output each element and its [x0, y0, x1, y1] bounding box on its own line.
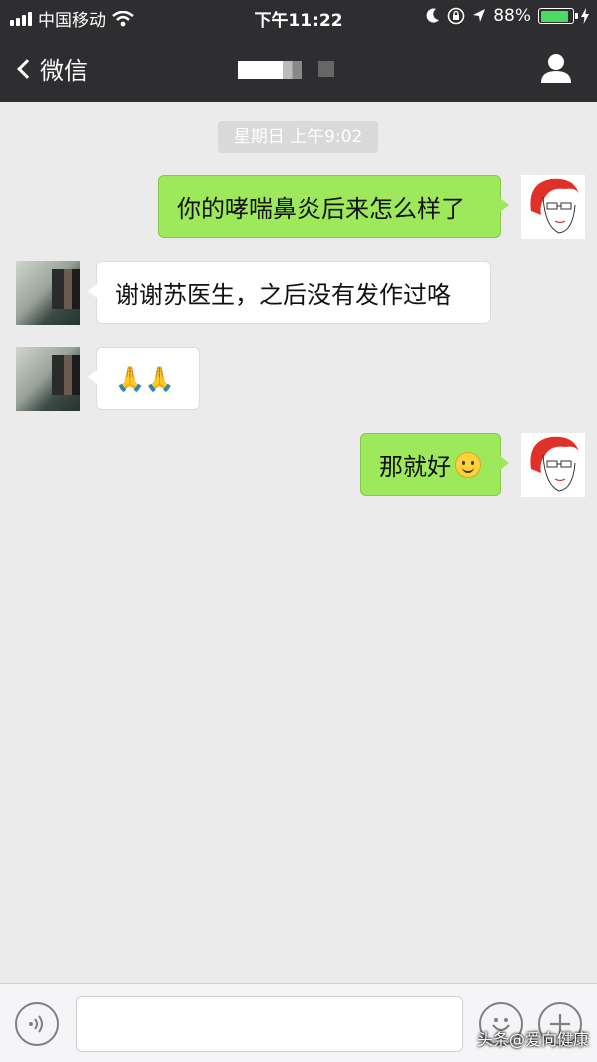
- nav-bar: 微信: [0, 34, 597, 102]
- battery-percent: 88%: [493, 6, 531, 26]
- message-input[interactable]: [76, 996, 463, 1052]
- message-text: 谢谢苏医生，之后没有发作过咯: [115, 281, 451, 309]
- chevron-left-icon: [17, 58, 37, 79]
- message-bubble-received[interactable]: 谢谢苏医生，之后没有发作过咯: [88, 261, 491, 324]
- doctor-portrait: [530, 178, 579, 234]
- status-right: 88%: [426, 6, 589, 26]
- moon-icon: [426, 8, 440, 23]
- watermark: 头条@爱向健康: [476, 1030, 589, 1049]
- avatar[interactable]: [521, 433, 585, 497]
- chat-title: [238, 61, 334, 79]
- doctor-portrait: [530, 436, 579, 492]
- battery-icon: [538, 8, 578, 24]
- message-bubble-received[interactable]: 🙏🙏: [88, 347, 200, 410]
- input-bar: 头条@爱向健康: [0, 983, 597, 1062]
- message-bubble-sent[interactable]: 那就好: [360, 433, 509, 496]
- back-button[interactable]: 微信: [14, 51, 88, 86]
- person-icon[interactable]: [539, 52, 573, 84]
- location-icon: [473, 9, 486, 22]
- message-text: 那就好: [379, 453, 451, 481]
- message-text: 你的哮喘鼻炎后来怎么样了: [177, 195, 465, 223]
- avatar[interactable]: [16, 261, 80, 325]
- avatar[interactable]: [521, 175, 585, 239]
- back-label: 微信: [40, 57, 88, 85]
- rotation-lock-icon: [447, 7, 465, 25]
- smile-emoji-icon: [455, 451, 481, 478]
- redacted-name: [238, 61, 302, 79]
- message-text: 🙏🙏: [115, 364, 175, 393]
- redacted-mark: [318, 61, 334, 77]
- chat-timestamp: 星期日 上午9:02: [218, 121, 378, 153]
- message-bubble-sent[interactable]: 你的哮喘鼻炎后来怎么样了: [158, 175, 509, 238]
- charging-icon: [581, 8, 589, 24]
- voice-icon: [29, 1015, 43, 1033]
- voice-button[interactable]: [15, 1002, 59, 1046]
- status-bar: 中国移动 下午11:22 88%: [0, 0, 597, 34]
- avatar[interactable]: [16, 347, 80, 411]
